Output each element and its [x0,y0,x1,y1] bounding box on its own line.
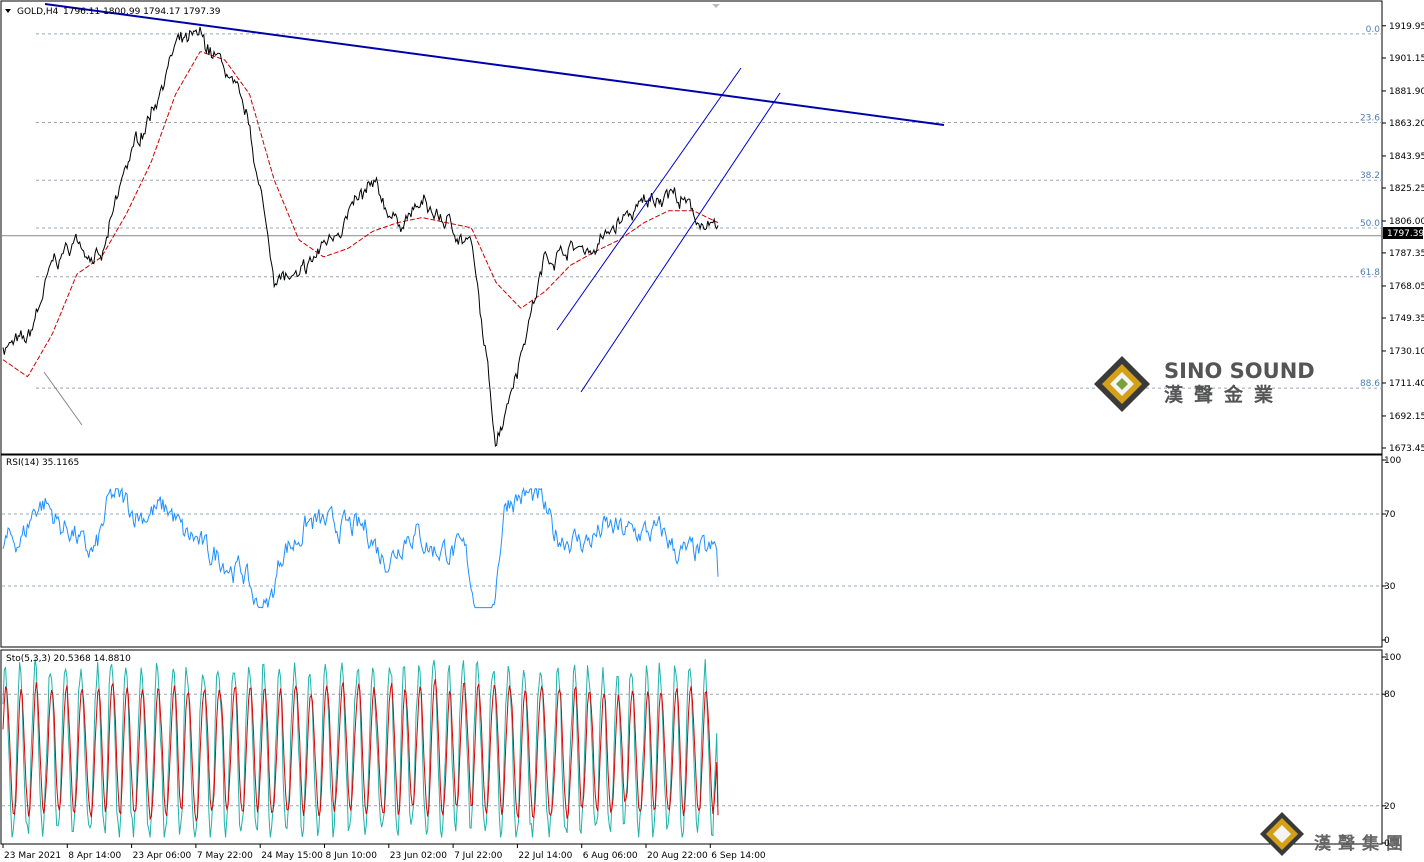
price-tick-label: 1730.10 [1389,347,1424,357]
price-tick-label: 1843.95 [1389,152,1424,162]
time-tick-label: 20 Aug 22:00 [647,851,708,861]
fib-label: 0.0 [1366,25,1381,35]
stoch-tick-label: 0 [1384,839,1390,849]
price-tick-label: 1768.05 [1389,282,1424,292]
price-tick-label: 1901.15 [1389,54,1424,64]
stoch-axis: 100 80 20 0 [1382,653,1401,849]
moving-average-line [2,51,719,378]
time-tick-label: 24 May 15:00 [261,851,323,861]
scroll-marker-icon[interactable] [712,4,720,8]
rsi-levels [2,513,1382,587]
time-tick-label: 6 Aug 06:00 [583,851,638,861]
price-tick-label: 1711.40 [1389,379,1424,389]
price-tick-label: 1919.95 [1389,22,1424,32]
stoch-tick-label: 20 [1384,802,1396,812]
time-tick-label: 22 Jul 14:00 [518,851,572,861]
price-line [2,26,719,447]
stoch-tick-label: 80 [1384,690,1396,700]
footer-logo-icon [1260,812,1304,856]
brand-en: SINO SOUND [1164,359,1315,383]
rsi-tick-label: 30 [1384,582,1396,592]
time-tick-label: 7 Jul 22:00 [454,851,503,861]
chart-canvas: 0.023.638.250.061.888.6 SINO SOUND 漢聲金業 … [0,0,1424,861]
time-tick-label: 6 Sep 14:00 [711,851,766,861]
time-tick-label: 23 Jun 02:00 [390,851,447,861]
rsi-tick-label: 100 [1384,456,1401,466]
time-tick-label: 23 Apr 06:00 [133,851,192,861]
fib-label: 23.6 [1360,113,1380,123]
fib-label: 38.2 [1360,171,1380,181]
channel-lower-line [580,92,781,393]
fib-label: 88.6 [1360,379,1380,389]
minor-trendline [43,371,83,426]
price-tick-label: 1692.15 [1389,412,1424,422]
time-tick-label: 8 Apr 14:00 [68,851,121,861]
time-tick-label: 23 Mar 2021 [4,851,61,861]
fib-label: 61.8 [1360,268,1380,278]
stoch-signal-line [2,678,719,823]
symbol-label: GOLD,H4 [17,7,59,17]
series-group [2,26,719,838]
brand-cn: 漢聲金業 [1164,383,1284,406]
price-tick-label: 1825.25 [1389,184,1424,194]
price-tick-label: 1863.20 [1389,119,1424,129]
price-tick-label: 1749.35 [1389,314,1424,324]
footer-brand-cn: 漢聲集團 [1314,833,1410,854]
current-price-text: 1797.39 [1387,229,1424,239]
time-tick-label: 7 May 22:00 [197,851,253,861]
stoch-tick-label: 100 [1384,653,1401,663]
stoch-label: Sto(5,3,3) 20.5368 14.8810 [6,654,131,664]
rsi-tick-label: 70 [1384,510,1396,520]
time-tick-label: 8 Jun 10:00 [326,851,378,861]
fibonacci-levels: 0.0 23.6 38.2 50.0 61.8 88.6 [2,25,1382,389]
ohlc-values: 1796.11 1800.99 1794.17 1797.39 [63,7,221,17]
fib-label: 50.0 [1360,219,1380,229]
price-tick-label: 1881.90 [1389,87,1424,97]
rsi-label: RSI(14) 35.1165 [6,458,79,468]
time-axis: 23 Mar 2021 8 Apr 14:00 23 Apr 06:00 7 May … [2,844,766,861]
price-tick-label: 1787.35 [1389,249,1424,259]
rsi-tick-label: 0 [1384,636,1390,646]
price-tick-label: 1806.00 [1389,217,1424,227]
sinosound-logo [1094,356,1150,412]
price-tick-label: 1673.45 [1389,444,1424,454]
dropdown-arrow-icon[interactable] [5,9,11,13]
rsi-axis: 100 70 30 0 [1382,456,1401,646]
rsi-line [2,486,719,609]
resistance-trendline [44,3,945,126]
